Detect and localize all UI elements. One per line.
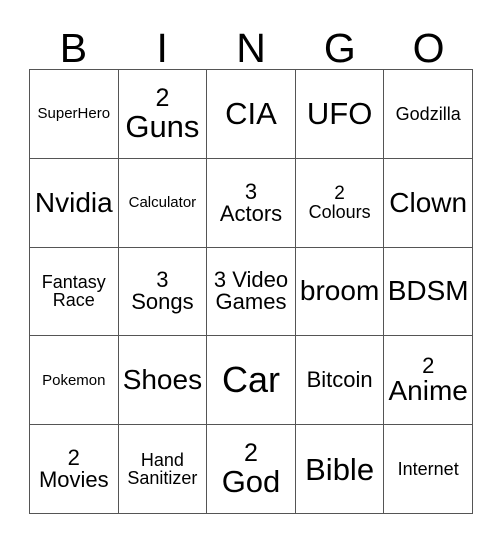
bingo-cell[interactable]: CIA: [207, 70, 296, 159]
bingo-cell-label: 2 Movies: [33, 447, 115, 491]
bingo-cell[interactable]: BDSM: [384, 247, 473, 337]
bingo-cell-label: Internet: [387, 460, 469, 478]
bingo-cell-label: Pokemon: [33, 373, 115, 388]
bingo-cell[interactable]: Car: [207, 336, 296, 426]
bingo-cell-label: Calculator: [122, 195, 204, 210]
bingo-header-letter-b: B: [59, 25, 88, 71]
bingo-cell-label: BDSM: [387, 277, 469, 305]
bingo-cell-term: Car: [221, 359, 280, 401]
bingo-cell[interactable]: UFO: [295, 70, 385, 159]
bingo-cell[interactable]: 3 Songs: [118, 247, 208, 337]
bingo-cell-label: Car: [210, 362, 292, 398]
bingo-cell-label: 2 Colours: [299, 184, 381, 221]
bingo-cell-term: SuperHero: [37, 105, 111, 123]
bingo-cell-term: BDSM: [387, 275, 469, 307]
bingo-cell[interactable]: 2 Colours: [295, 158, 385, 248]
bingo-cell-count: 2: [422, 353, 435, 379]
bingo-cell-term: Guns: [125, 108, 200, 144]
bingo-cell-term: Nvidia: [34, 186, 113, 218]
bingo-cell-term: Colours: [308, 202, 371, 223]
bingo-cell[interactable]: broom: [295, 247, 385, 337]
bingo-cell-label: broom: [299, 277, 381, 305]
bingo-cell-count: 3: [244, 178, 258, 204]
bingo-cell-term: Shoes: [122, 364, 203, 396]
bingo-cell[interactable]: Calculator: [118, 158, 208, 248]
bingo-cell-label: Godzilla: [387, 105, 469, 123]
bingo-cell[interactable]: Bible: [295, 425, 385, 514]
bingo-header-letter-n: N: [236, 25, 266, 71]
bingo-cell-term: Godzilla: [395, 103, 461, 124]
bingo-cell-term: Internet: [397, 459, 459, 480]
bingo-cell-label: Shoes: [122, 366, 204, 394]
bingo-cell-term: Hand: [140, 450, 184, 471]
bingo-cell-term: Bible: [305, 451, 375, 487]
bingo-cell-term: Race: [52, 290, 95, 311]
bingo-cell-term: Bitcoin: [306, 367, 373, 393]
bingo-header-row: B I N G O: [29, 18, 473, 69]
bingo-cell-label: Nvidia: [33, 186, 115, 218]
bingo-cell-label: Clown: [387, 186, 469, 218]
bingo-card: B I N G O SuperHero 2 Guns CIA UFO Godzilla Nv…: [0, 0, 500, 544]
bingo-cell[interactable]: 2 Anime: [384, 336, 473, 426]
bingo-cell-label: 2 Anime: [387, 355, 469, 405]
bingo-cell[interactable]: 3 Actors: [207, 158, 296, 248]
bingo-cell-term: UFO: [306, 96, 373, 132]
bingo-cell[interactable]: Pokemon: [30, 336, 119, 426]
bingo-cell-term: broom: [299, 275, 380, 307]
bingo-cell-label: CIA: [210, 98, 292, 129]
bingo-cell[interactable]: 3 Video Games: [207, 247, 296, 337]
bingo-cell-term: CIA: [225, 96, 277, 132]
bingo-cell-label: 3 Actors: [210, 178, 292, 226]
bingo-cell[interactable]: Fantasy Race: [30, 247, 119, 337]
bingo-cell[interactable]: 2 Guns: [118, 70, 208, 159]
bingo-cell-term: Songs: [131, 289, 194, 315]
bingo-cell-label: 2 Guns: [122, 83, 204, 144]
bingo-cell-label: 3 Songs: [122, 269, 204, 313]
bingo-cell[interactable]: Bitcoin: [295, 336, 385, 426]
bingo-cell-count: 2: [334, 183, 345, 205]
bingo-cell-term: Movies: [38, 467, 109, 493]
bingo-grid: SuperHero 2 Guns CIA UFO Godzilla Nvidia Calcul…: [29, 69, 473, 514]
bingo-cell-term: Clown: [389, 186, 468, 218]
bingo-cell[interactable]: Shoes: [118, 336, 208, 426]
bingo-cell-term: 3 Video: [213, 267, 289, 293]
bingo-cell[interactable]: Godzilla: [384, 70, 473, 159]
bingo-cell[interactable]: 2 Movies: [30, 425, 119, 514]
bingo-cell-term: God: [221, 464, 281, 500]
bingo-cell[interactable]: SuperHero: [30, 70, 119, 159]
bingo-cell[interactable]: Hand Sanitizer: [118, 425, 208, 514]
bingo-cell-term: Fantasy: [41, 272, 106, 293]
bingo-cell[interactable]: Nvidia: [30, 158, 119, 248]
bingo-cell[interactable]: Clown: [384, 158, 473, 248]
bingo-cell[interactable]: Internet: [384, 425, 473, 514]
bingo-cell-label: UFO: [299, 98, 381, 129]
bingo-cell-count: 3: [156, 267, 169, 293]
bingo-cell-label: Bible: [299, 454, 381, 485]
bingo-cell-count: 2: [155, 83, 170, 112]
bingo-cell-count: 2: [67, 445, 80, 471]
bingo-cell-label: Fantasy Race: [33, 273, 115, 309]
bingo-cell[interactable]: 2 God: [207, 425, 296, 514]
bingo-cell-count: 2: [244, 439, 258, 468]
bingo-cell-label: 3 Video Games: [210, 269, 292, 313]
bingo-cell-term: Pokemon: [42, 371, 106, 389]
bingo-header-letter-o: O: [412, 25, 445, 71]
bingo-header-letter-i: I: [156, 25, 168, 71]
bingo-cell-label: SuperHero: [33, 106, 115, 121]
bingo-cell-term: Games: [215, 289, 287, 315]
bingo-cell-term: Sanitizer: [127, 468, 198, 489]
bingo-cell-term: Actors: [219, 200, 283, 226]
bingo-cell-label: Hand Sanitizer: [122, 451, 204, 487]
bingo-cell-label: Bitcoin: [299, 369, 381, 391]
bingo-cell-term: Anime: [388, 375, 468, 407]
bingo-header-letter-g: G: [323, 25, 356, 71]
bingo-cell-term: Calculator: [128, 194, 197, 212]
bingo-cell-label: 2 God: [210, 439, 292, 500]
